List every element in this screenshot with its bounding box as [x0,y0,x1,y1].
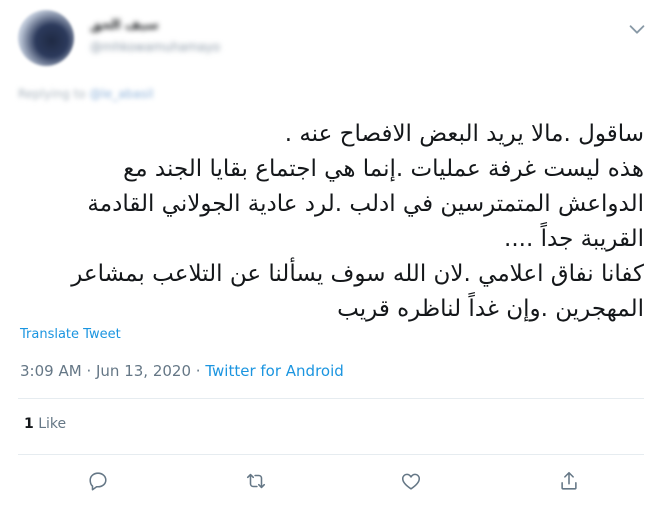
author-handle[interactable]: @mhkowamuhamayo [90,40,220,54]
tweet-menu-button[interactable] [626,18,646,38]
share-button[interactable] [556,468,582,494]
divider [18,398,644,399]
heart-icon [401,473,421,490]
translate-tweet-link[interactable]: Translate Tweet [20,327,121,342]
tweet-date[interactable]: Jun 13, 2020 [96,362,191,380]
tweet-card: سيف الحق @mhkowamuhamayo Replying to @le… [0,0,659,507]
replying-to-mention[interactable]: @le_abasil [89,87,153,101]
tweet-source-link[interactable]: Twitter for Android [205,362,343,380]
replying-to: Replying to @le_abasil [18,87,153,101]
tweet-text-line: هذه ليست غرفة عمليات .إنما هي اجتماع بقا… [123,156,644,182]
retweet-icon [246,473,266,489]
like-count-value: 1 [24,416,34,432]
tweet-text-line: الدواعش المتمترسين في ادلب .لرد عادية ال… [87,191,644,217]
tweet-metadata: 3:09 AM · Jun 13, 2020 · Twitter for And… [20,362,344,380]
share-icon [561,471,577,490]
tweet-text-line: المهجرين .وإن غداً لناظره قريب [337,296,644,322]
author-display-name[interactable]: سيف الحق [90,18,159,33]
avatar[interactable] [18,10,74,66]
like-button[interactable] [398,468,424,494]
tweet-text-line: كفانا نفاق اعلامي .لان الله سوف يسألنا ع… [71,261,644,287]
tweet-text-line: القريبة جداً .... [504,226,644,252]
chevron-down-icon [629,25,645,34]
tweet-actions-bar [0,468,659,498]
divider [18,454,644,455]
tweet-time[interactable]: 3:09 AM [20,362,82,380]
tweet-text-line: ساقول .مالا يريد البعض الافصاح عنه . [284,121,644,147]
retweet-button[interactable] [243,468,269,494]
meta-separator: · [86,362,92,380]
reply-button[interactable] [85,468,111,494]
meta-separator: · [195,362,201,380]
likes-count[interactable]: 1 Like [24,416,66,432]
like-count-label: Like [38,416,67,432]
reply-icon [89,472,107,491]
replying-to-label: Replying to [18,87,86,101]
tweet-text: ساقول .مالا يريد البعض الافصاح عنه . هذه… [16,117,644,327]
